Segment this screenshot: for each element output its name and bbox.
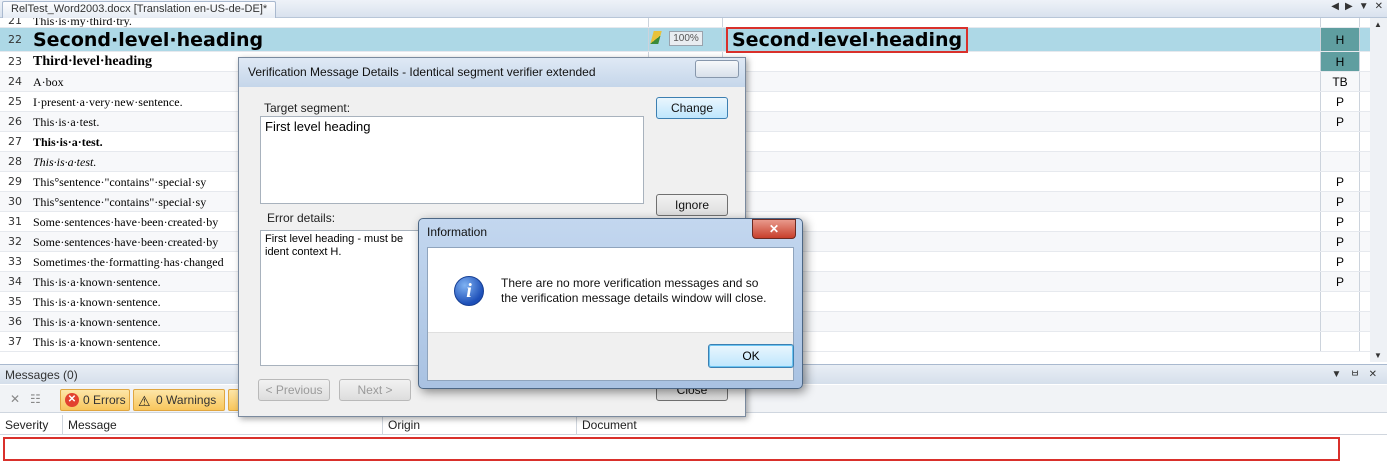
- error-icon: ✕: [65, 393, 79, 407]
- style-cell: [1320, 152, 1360, 171]
- errors-filter-label: 0 Errors: [83, 393, 126, 407]
- style-cell: P: [1320, 232, 1360, 251]
- scroll-right-icon[interactable]: ▶: [1345, 1, 1353, 12]
- close-tab-icon[interactable]: ✕: [1375, 1, 1383, 12]
- source-cell[interactable]: This·is·my·third·try.: [33, 18, 645, 27]
- style-cell: TB: [1320, 72, 1360, 91]
- panel-close-icon[interactable]: ✕: [1369, 365, 1377, 385]
- document-tab[interactable]: RelTest_Word2003.docx [Translation en-US…: [2, 1, 277, 18]
- style-cell: P: [1320, 92, 1360, 111]
- style-cell: P: [1320, 192, 1360, 211]
- style-cell: P: [1320, 172, 1360, 191]
- row-number: 25: [8, 95, 22, 108]
- target-heading-text: Second·level·heading: [726, 27, 969, 53]
- information-dialog-title: Information: [427, 225, 488, 239]
- close-icon[interactable]: ✕: [752, 219, 796, 239]
- column-severity[interactable]: Severity: [0, 415, 63, 435]
- style-cell: P: [1320, 272, 1360, 291]
- style-cell: [1320, 312, 1360, 331]
- style-cell: H: [1320, 52, 1360, 71]
- information-dialog-footer: OK: [428, 332, 794, 380]
- warnings-filter-label: 0 Warnings: [156, 393, 217, 407]
- scroll-down-icon[interactable]: ▼: [1374, 351, 1382, 360]
- row-number: 26: [8, 115, 22, 128]
- target-segment-label: Target segment:: [264, 101, 351, 115]
- change-button[interactable]: Change: [656, 97, 728, 119]
- segment-row-22[interactable]: 22 Second·level·heading 100% Second·leve…: [0, 27, 1387, 53]
- style-cell: P: [1320, 112, 1360, 131]
- messages-column-headers: Severity Message Origin Document: [0, 415, 1387, 435]
- column-origin[interactable]: Origin: [383, 415, 577, 435]
- info-icon: i: [454, 276, 484, 306]
- style-cell: [1320, 332, 1360, 351]
- style-cell: P: [1320, 212, 1360, 231]
- information-message-line1: There are no more verification messages …: [501, 276, 759, 290]
- match-percent-badge: 100%: [669, 31, 703, 46]
- row-number: 36: [8, 315, 22, 328]
- warning-icon: ⚠: [138, 393, 151, 409]
- row-number: 34: [8, 275, 22, 288]
- row-number: 31: [8, 215, 22, 228]
- style-cell: H: [1320, 28, 1360, 51]
- warnings-filter-button[interactable]: ⚠ 0 Warnings: [133, 389, 225, 411]
- row-number: 29: [8, 175, 22, 188]
- clear-icon[interactable]: ✕: [10, 392, 20, 406]
- tab-controls: ◀ ▶ ▼ ✕: [1331, 1, 1383, 12]
- row-number: 35: [8, 295, 22, 308]
- clear-all-icon[interactable]: ☷: [30, 392, 41, 406]
- column-document[interactable]: Document: [577, 415, 1387, 435]
- row-number: 23: [8, 55, 22, 68]
- edit-pencil-icon: [650, 31, 662, 44]
- pin-icon[interactable]: ㅂ: [1350, 365, 1359, 385]
- row-number: 30: [8, 195, 22, 208]
- row-number: 28: [8, 155, 22, 168]
- information-dialog: Information ✕ i There are no more verifi…: [418, 218, 803, 389]
- target-segment-field[interactable]: First level heading: [260, 116, 644, 204]
- editor-vertical-scrollbar[interactable]: ▲ ▼: [1370, 18, 1387, 362]
- row-number: 24: [8, 75, 22, 88]
- row-number: 33: [8, 255, 22, 268]
- errors-filter-button[interactable]: ✕ 0 Errors: [60, 389, 130, 411]
- status-cell: 100%: [648, 28, 723, 51]
- error-details-field[interactable]: First level heading - must be ident cont…: [260, 230, 420, 366]
- error-details-label: Error details:: [267, 211, 336, 225]
- tab-menu-icon[interactable]: ▼: [1359, 1, 1369, 12]
- source-cell[interactable]: Second·level·heading: [33, 28, 645, 51]
- information-dialog-body: i There are no more verification message…: [427, 247, 794, 381]
- dialog-close-button[interactable]: [695, 60, 739, 78]
- row-number: 22: [8, 33, 22, 46]
- row-number: 27: [8, 135, 22, 148]
- scroll-up-icon[interactable]: ▲: [1374, 20, 1382, 29]
- messages-title-text: Messages (0): [5, 368, 78, 382]
- row-number: 37: [8, 335, 22, 348]
- style-cell: P: [1320, 252, 1360, 271]
- target-cell[interactable]: Second·level·heading: [726, 27, 1318, 53]
- next-button[interactable]: Next >: [339, 379, 411, 401]
- previous-button[interactable]: < Previous: [258, 379, 330, 401]
- style-cell: [1320, 18, 1360, 27]
- style-cell: [1320, 292, 1360, 311]
- panel-controls: ▼ ㅂ ✕: [1332, 365, 1378, 385]
- ignore-button[interactable]: Ignore: [656, 194, 728, 216]
- segment-row-21[interactable]: 21 This·is·my·third·try.: [0, 18, 1387, 28]
- panel-menu-icon[interactable]: ▼: [1332, 365, 1342, 385]
- messages-list-highlight: [3, 437, 1340, 461]
- column-message[interactable]: Message: [63, 415, 383, 435]
- verification-dialog-title: Verification Message Details - Identical…: [239, 58, 745, 87]
- style-cell: [1320, 132, 1360, 151]
- ok-button[interactable]: OK: [708, 344, 794, 368]
- row-number: 32: [8, 235, 22, 248]
- document-tab-bar: RelTest_Word2003.docx [Translation en-US…: [0, 0, 1387, 18]
- row-number: 21: [8, 18, 22, 27]
- information-message-line2: the verification message details window …: [501, 291, 767, 305]
- information-message: There are no more verification messages …: [501, 276, 791, 306]
- status-cell: [648, 18, 723, 27]
- scroll-left-icon[interactable]: ◀: [1331, 1, 1339, 12]
